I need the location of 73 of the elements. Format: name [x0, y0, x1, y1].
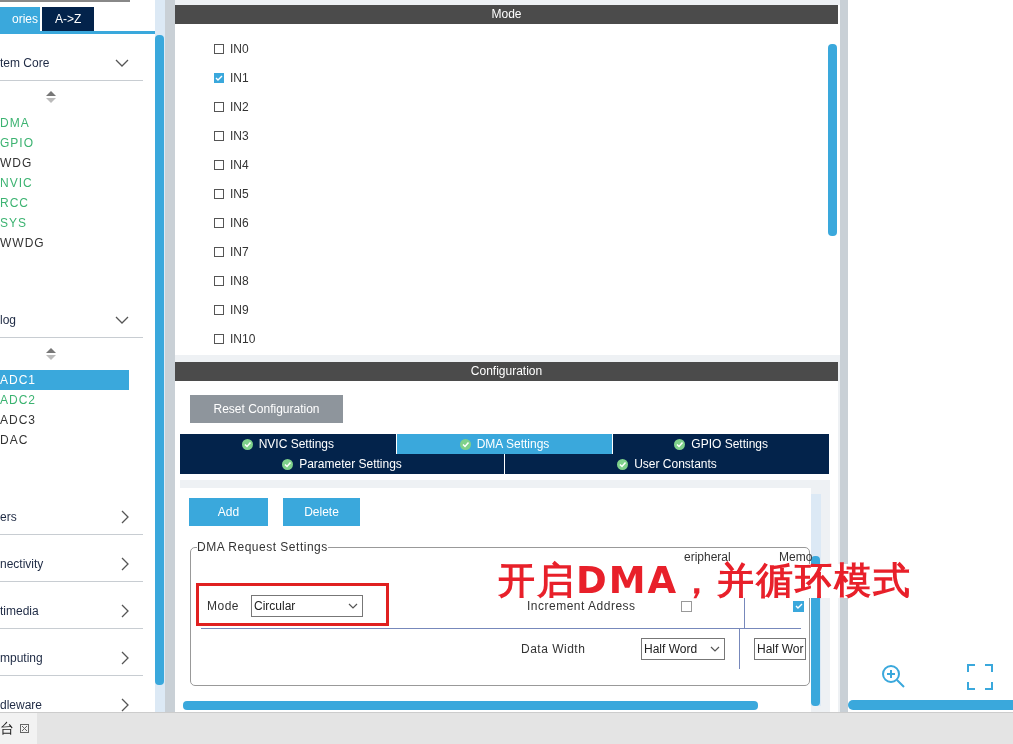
channel-label: IN6 [230, 215, 249, 230]
checkbox[interactable] [214, 43, 224, 54]
chevron-down-icon [710, 646, 720, 652]
fit-screen-icon[interactable] [967, 664, 993, 690]
checkbox[interactable] [214, 101, 224, 112]
channel-label: IN4 [230, 157, 249, 172]
settings-tab[interactable]: NVIC Settings [180, 434, 397, 454]
sort-icon[interactable] [46, 91, 56, 103]
channel-label: IN5 [230, 186, 249, 201]
panel-header: Configuration [175, 362, 838, 381]
category-tab[interactable]: A->Z [42, 7, 95, 31]
channel-label: IN9 [230, 302, 249, 317]
scrollbar-thumb[interactable] [183, 701, 758, 710]
checkbox[interactable] [214, 217, 224, 228]
chevron-right-icon [121, 557, 129, 571]
chevron-right-icon [121, 698, 129, 712]
check-circle-icon [674, 438, 686, 450]
close-icon[interactable] [20, 724, 29, 733]
check-circle-icon [241, 438, 253, 450]
channel-label: IN2 [230, 99, 249, 114]
category-header[interactable]: log [0, 291, 143, 338]
panel-header: Mode [175, 5, 838, 24]
channel-label: IN0 [230, 41, 249, 56]
chevron-right-icon [121, 604, 129, 618]
column-header: Memo [779, 550, 813, 564]
data-width-dropdown[interactable]: Half Wor [754, 638, 806, 660]
category-header[interactable]: tem Core [0, 34, 143, 81]
mode-dropdown[interactable]: Circular [251, 595, 364, 617]
zoom-in-icon[interactable] [881, 664, 907, 690]
category-header[interactable]: nectivity [0, 535, 143, 582]
increment-address-label: Increment Address [527, 599, 637, 613]
channel-label: IN8 [230, 273, 249, 288]
channel-label: IN1 [230, 70, 249, 85]
data-width-dropdown[interactable]: Half Word [641, 638, 725, 660]
settings-tab[interactable]: GPIO Settings [613, 434, 830, 454]
checkbox[interactable] [214, 130, 224, 141]
checkbox[interactable] [214, 188, 224, 199]
checkbox[interactable] [214, 72, 224, 83]
checkbox[interactable] [214, 333, 224, 344]
check-circle-icon [459, 438, 471, 450]
checkbox[interactable] [214, 304, 224, 315]
checkbox[interactable] [793, 600, 804, 612]
scrollbar-thumb[interactable] [828, 44, 837, 236]
peripheral-item[interactable]: WWDG [0, 233, 129, 253]
check-circle-icon [282, 458, 294, 470]
channel-label: IN7 [230, 244, 249, 259]
checkbox[interactable] [214, 246, 224, 257]
check-circle-icon [617, 458, 629, 470]
data-width-label: Data Width [521, 642, 587, 656]
checkbox[interactable] [214, 275, 224, 286]
category-header[interactable]: mputing [0, 629, 143, 676]
peripheral-item[interactable]: WDG [0, 153, 129, 173]
group-title: DMA Request Settings [197, 540, 328, 554]
sort-icon[interactable] [46, 348, 56, 360]
settings-tab[interactable]: User Constants [505, 454, 830, 474]
chevron-down-icon [115, 316, 129, 324]
mode-label: Mode [207, 599, 240, 613]
checkbox[interactable] [214, 159, 224, 170]
chevron-down-icon [115, 59, 129, 67]
category-header[interactable]: timedia [0, 582, 143, 629]
category-header[interactable]: ers [0, 488, 143, 535]
channel-label: IN10 [230, 331, 256, 346]
scrollbar-thumb[interactable] [848, 700, 1013, 710]
checkbox[interactable] [681, 600, 692, 612]
settings-tab[interactable]: Parameter Settings [180, 454, 505, 474]
peripheral-item[interactable]: DAC [0, 430, 129, 450]
chevron-right-icon [121, 651, 129, 665]
channel-label: IN3 [230, 128, 249, 143]
scrollbar-thumb[interactable] [155, 35, 164, 685]
peripheral-item[interactable]: ADC3 [0, 410, 129, 430]
chevron-right-icon [121, 510, 129, 524]
chevron-down-icon [348, 603, 359, 609]
console-tab[interactable]: 台 [0, 713, 37, 744]
